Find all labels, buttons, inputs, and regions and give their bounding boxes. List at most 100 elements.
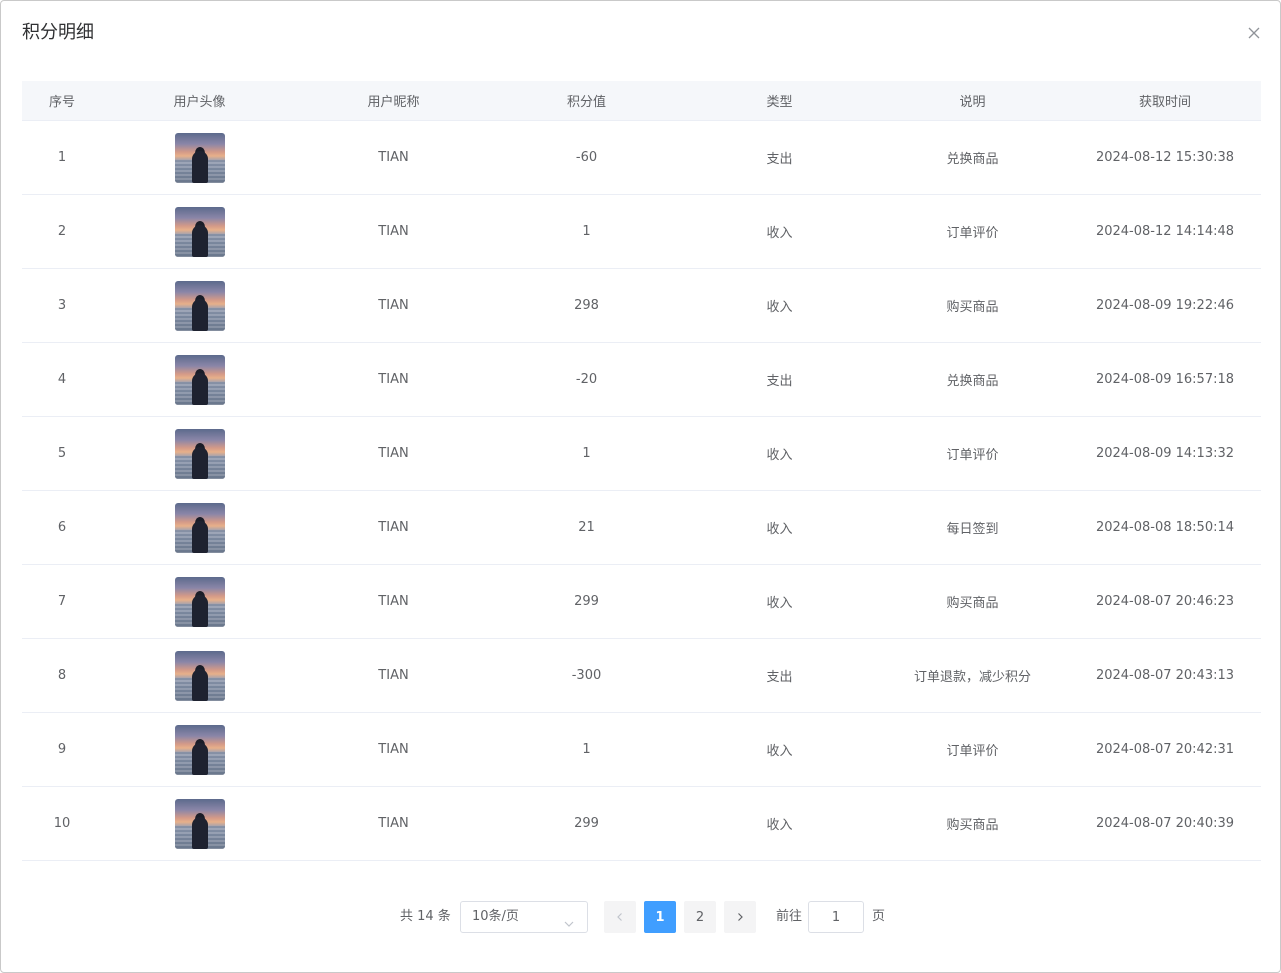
header-type: 类型 (766, 95, 793, 110)
cell-description: 购买商品 (946, 300, 999, 315)
page-size-select[interactable]: 10条/页 (460, 901, 588, 933)
chevron-right-icon (738, 913, 743, 921)
total-count: 共 14 条 (400, 909, 451, 924)
cell-time: 2024-08-07 20:42:31 (1095, 742, 1235, 757)
cell-index: 6 (57, 520, 67, 535)
table-row: 6 TIAN 21 收入 每日签到 2024-08-08 18:50:14 (22, 491, 1261, 565)
chevron-left-icon (617, 913, 622, 921)
cell-points: 299 (574, 816, 599, 831)
goto-label: 前往 (776, 909, 803, 924)
cell-description: 订单评价 (946, 226, 999, 241)
cell-type: 收入 (766, 818, 793, 833)
cell-description: 兑换商品 (946, 152, 999, 167)
cell-index: 5 (57, 446, 67, 461)
cell-type: 收入 (766, 300, 793, 315)
cell-index: 2 (57, 224, 67, 239)
avatar[interactable] (174, 132, 225, 183)
page-2-button[interactable]: 2 (684, 901, 716, 933)
cell-points: -300 (571, 668, 602, 683)
table-body: 1 TIAN -60 支出 兑换商品 2024-08-12 15:30:38 2 TIAN 1 收… (22, 121, 1261, 861)
cell-index: 9 (57, 742, 67, 757)
header-points: 积分值 (566, 95, 606, 110)
header-time: 获取时间 (1138, 95, 1191, 110)
cell-avatar (102, 491, 297, 564)
avatar[interactable] (174, 650, 225, 701)
header-avatar: 用户头像 (173, 95, 226, 110)
cell-type: 支出 (766, 670, 793, 685)
cell-points: 1 (582, 446, 591, 461)
avatar[interactable] (174, 724, 225, 775)
cell-index: 7 (57, 594, 67, 609)
cell-type: 收入 (766, 596, 793, 611)
cell-avatar (102, 713, 297, 786)
cell-points: 1 (582, 742, 591, 757)
cell-time: 2024-08-09 19:22:46 (1095, 298, 1235, 313)
cell-time: 2024-08-08 18:50:14 (1095, 520, 1235, 535)
header-index: 序号 (48, 95, 75, 110)
cell-index: 8 (57, 668, 67, 683)
goto-suffix: 页 (872, 909, 886, 924)
table-row: 8 TIAN -300 支出 订单退款，减少积分 2024-08-07 20:43:13 (22, 639, 1261, 713)
cell-avatar (102, 269, 297, 342)
cell-nickname: TIAN (378, 372, 409, 387)
avatar[interactable] (174, 798, 225, 849)
cell-type: 收入 (766, 448, 793, 463)
cell-type: 支出 (766, 374, 793, 389)
cell-avatar (102, 417, 297, 490)
cell-points: -60 (575, 150, 598, 165)
cell-time: 2024-08-09 16:57:18 (1095, 372, 1235, 387)
table-row: 3 TIAN 298 收入 购买商品 2024-08-09 19:22:46 (22, 269, 1261, 343)
cell-description: 订单评价 (946, 448, 999, 463)
cell-avatar (102, 195, 297, 268)
avatar[interactable] (174, 206, 225, 257)
cell-points: 21 (578, 520, 595, 535)
points-table: 序号 用户头像 用户昵称 积分值 类型 说明 获取时间 1 TIAN -60 支出 兑换… (22, 81, 1261, 861)
cell-points: 298 (574, 298, 599, 313)
cell-description: 购买商品 (946, 596, 999, 611)
page-1-button[interactable]: 1 (644, 901, 676, 933)
cell-index: 10 (53, 816, 71, 831)
cell-nickname: TIAN (378, 224, 409, 239)
cell-avatar (102, 565, 297, 638)
next-page-button[interactable] (724, 901, 756, 933)
table-row: 2 TIAN 1 收入 订单评价 2024-08-12 14:14:48 (22, 195, 1261, 269)
cell-time: 2024-08-09 14:13:32 (1095, 446, 1235, 461)
prev-page-button[interactable] (604, 901, 636, 933)
table-row: 1 TIAN -60 支出 兑换商品 2024-08-12 15:30:38 (22, 121, 1261, 195)
cell-nickname: TIAN (378, 298, 409, 313)
table-header: 序号 用户头像 用户昵称 积分值 类型 说明 获取时间 (22, 81, 1261, 121)
cell-type: 收入 (766, 226, 793, 241)
table-row: 5 TIAN 1 收入 订单评价 2024-08-09 14:13:32 (22, 417, 1261, 491)
cell-points: -20 (575, 372, 598, 387)
points-detail-dialog: 积分明细 序号 用户头像 用户昵称 积分值 类型 说明 获取时间 1 TIAN -6… (0, 0, 1281, 973)
avatar[interactable] (174, 354, 225, 405)
cell-index: 4 (57, 372, 67, 387)
avatar[interactable] (174, 280, 225, 331)
table-row: 10 TIAN 299 收入 购买商品 2024-08-07 20:40:39 (22, 787, 1261, 861)
cell-type: 收入 (766, 522, 793, 537)
cell-points: 299 (574, 594, 599, 609)
goto-page-input[interactable] (808, 901, 864, 933)
avatar[interactable] (174, 502, 225, 553)
cell-avatar (102, 639, 297, 712)
avatar[interactable] (174, 428, 225, 479)
cell-nickname: TIAN (378, 520, 409, 535)
avatar[interactable] (174, 576, 225, 627)
cell-nickname: TIAN (378, 594, 409, 609)
cell-description: 每日签到 (946, 522, 999, 537)
cell-time: 2024-08-07 20:40:39 (1095, 816, 1235, 831)
cell-type: 支出 (766, 152, 793, 167)
cell-points: 1 (582, 224, 591, 239)
cell-type: 收入 (766, 744, 793, 759)
cell-avatar (102, 343, 297, 416)
cell-time: 2024-08-12 14:14:48 (1095, 224, 1235, 239)
cell-description: 订单评价 (946, 744, 999, 759)
cell-index: 3 (57, 298, 67, 313)
cell-avatar (102, 787, 297, 860)
cell-time: 2024-08-12 15:30:38 (1095, 150, 1235, 165)
close-icon[interactable] (1242, 21, 1266, 45)
header-description: 说明 (959, 95, 986, 110)
cell-description: 订单退款，减少积分 (913, 670, 1031, 685)
cell-nickname: TIAN (378, 816, 409, 831)
cell-index: 1 (57, 150, 67, 165)
